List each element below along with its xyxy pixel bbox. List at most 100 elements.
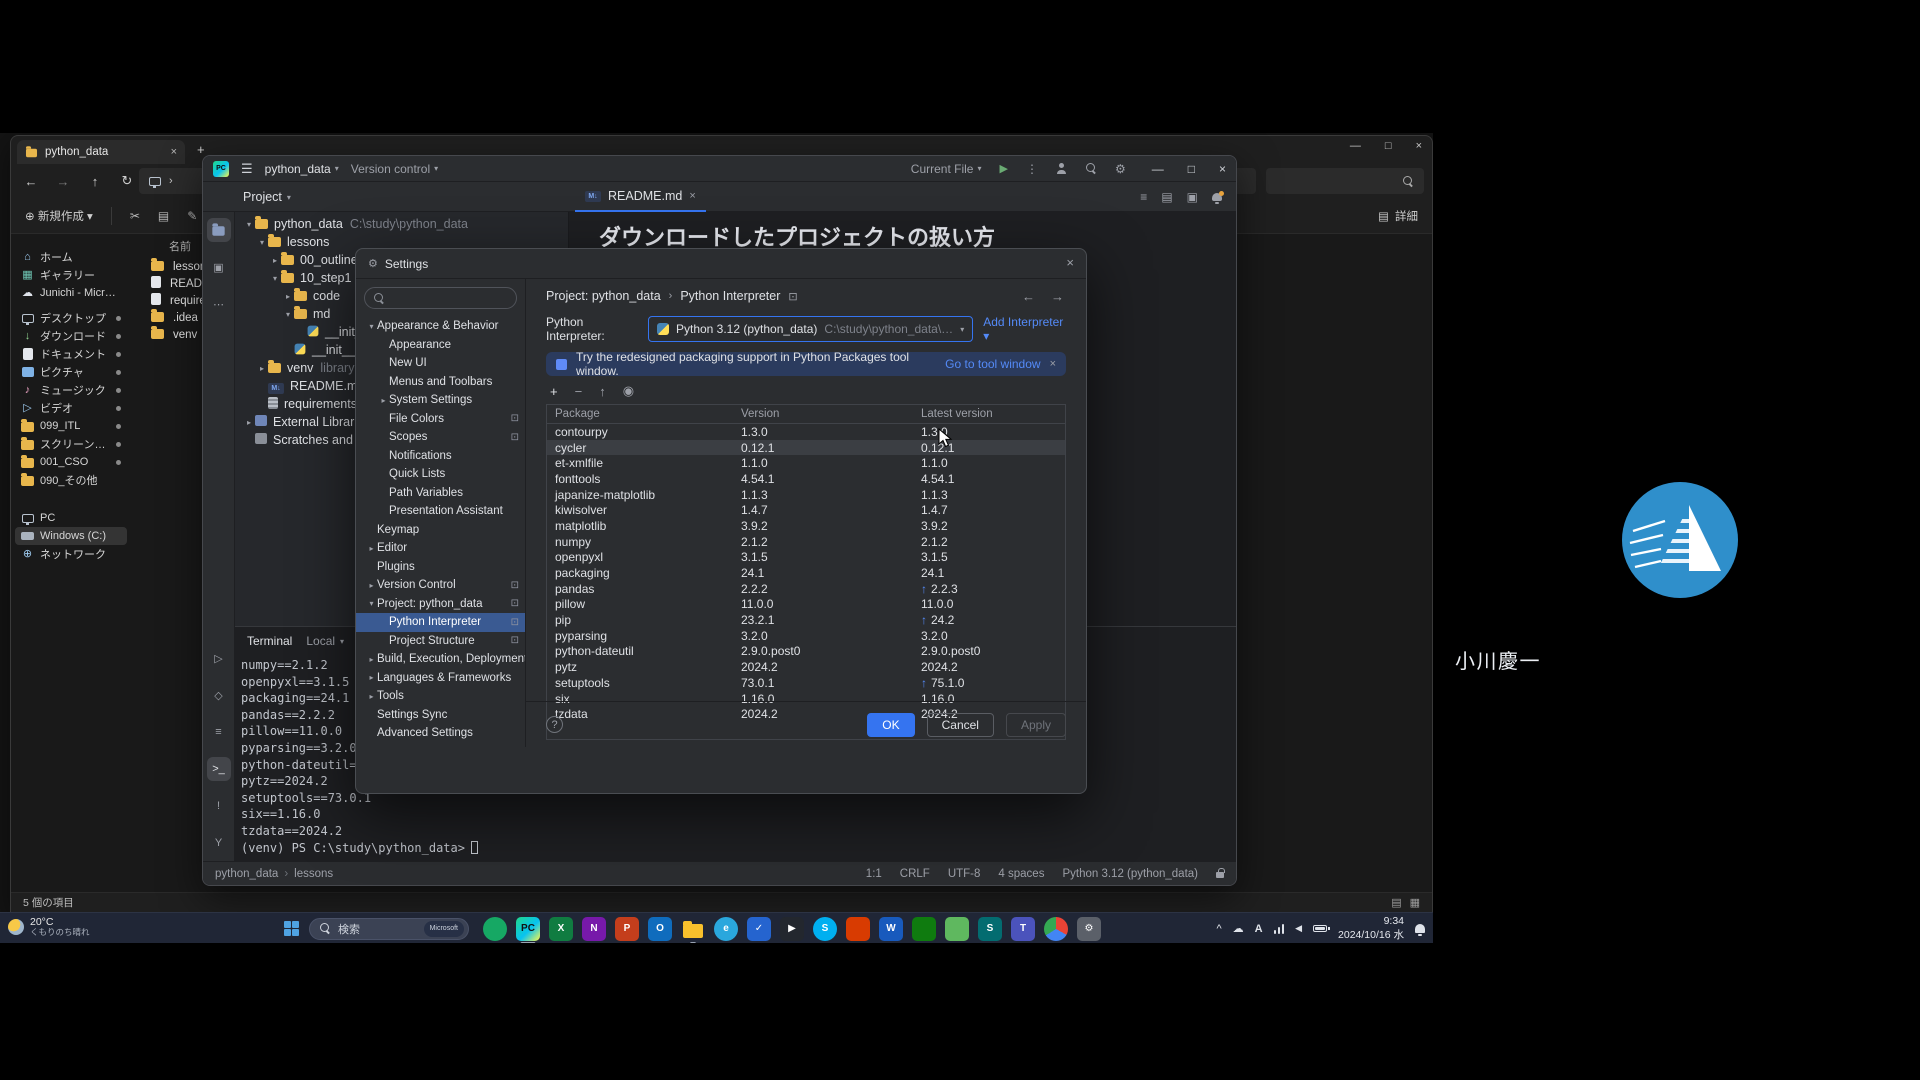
lock-icon[interactable] bbox=[1216, 872, 1224, 878]
chevron-icon[interactable]: ▸ bbox=[366, 544, 377, 553]
settings-item-build-execution-deployment[interactable]: ▸Build, Execution, Deployment bbox=[356, 650, 525, 669]
search-everywhere-icon[interactable] bbox=[1086, 163, 1097, 174]
package-row-python-dateutil[interactable]: python-dateutil2.9.0.post02.9.0.post0 bbox=[547, 644, 1065, 660]
code-with-me-icon[interactable] bbox=[1056, 163, 1068, 174]
settings-item-appearance[interactable]: Appearance bbox=[356, 336, 525, 355]
taskbar-app-sticky-notes[interactable] bbox=[945, 917, 969, 941]
chevron-icon[interactable]: ▸ bbox=[366, 692, 377, 701]
run-icon[interactable]: ▶ bbox=[1000, 162, 1008, 175]
taskbar-app-chat[interactable] bbox=[483, 917, 507, 941]
go-to-tool-window-link[interactable]: Go to tool window bbox=[945, 357, 1040, 371]
taskbar-app-word[interactable]: W bbox=[879, 917, 903, 941]
sidebar-item-13[interactable]: PC bbox=[15, 509, 127, 527]
taskbar-app-skype[interactable]: S bbox=[813, 917, 837, 941]
notifications-bell-icon[interactable] bbox=[1212, 193, 1222, 201]
chevron-icon[interactable]: ▾ bbox=[282, 310, 294, 319]
minimize-icon[interactable]: — bbox=[1152, 162, 1164, 176]
package-row-et-xmlfile[interactable]: et-xmlfile1.1.01.1.0 bbox=[547, 455, 1065, 471]
taskbar-app-sharepoint[interactable]: S bbox=[978, 917, 1002, 941]
package-row-pillow[interactable]: pillow11.0.011.0.0 bbox=[547, 597, 1065, 613]
rename-icon[interactable]: ✎ bbox=[187, 209, 197, 223]
chevron-icon[interactable]: ▸ bbox=[282, 292, 294, 301]
tree-item-python_data[interactable]: ▾python_dataC:\study\python_data bbox=[235, 215, 568, 233]
taskbar-app-powerpoint[interactable]: P bbox=[615, 917, 639, 941]
network-icon[interactable] bbox=[1274, 924, 1285, 934]
back-icon[interactable]: ← bbox=[23, 174, 39, 189]
refresh-icon[interactable]: ↻ bbox=[119, 173, 135, 189]
more-actions-icon[interactable]: ⋮ bbox=[1026, 162, 1038, 176]
settings-item-quick-lists[interactable]: Quick Lists bbox=[356, 465, 525, 484]
settings-item-file-colors[interactable]: File Colors⊡ bbox=[356, 410, 525, 429]
settings-search-field[interactable] bbox=[364, 287, 517, 309]
package-row-matplotlib[interactable]: matplotlib3.9.23.9.2 bbox=[547, 518, 1065, 534]
sidebar-item-2[interactable]: ☁Junichi - Microsoft bbox=[15, 284, 127, 302]
status-path-folder[interactable]: lessons bbox=[294, 868, 333, 880]
settings-item-scopes[interactable]: Scopes⊡ bbox=[356, 428, 525, 447]
settings-item-project-python-data[interactable]: ▾Project: python_data⊡ bbox=[356, 595, 525, 614]
settings-item-languages-frameworks[interactable]: ▸Languages & Frameworks bbox=[356, 669, 525, 688]
minimize-icon[interactable]: — bbox=[1350, 140, 1361, 152]
back-icon[interactable]: ← bbox=[1022, 289, 1035, 304]
chevron-icon[interactable]: ▸ bbox=[366, 655, 377, 664]
chevron-icon[interactable]: ▾ bbox=[269, 274, 281, 283]
package-row-kiwisolver[interactable]: kiwisolver1.4.71.4.7 bbox=[547, 502, 1065, 518]
chevron-icon[interactable]: ▸ bbox=[256, 364, 268, 373]
chevron-icon[interactable]: ▾ bbox=[243, 220, 255, 229]
uninstall-package-icon[interactable]: − bbox=[575, 384, 583, 399]
package-row-pyparsing[interactable]: pyparsing3.2.03.2.0 bbox=[547, 628, 1065, 644]
chevron-icon[interactable]: ▸ bbox=[366, 581, 377, 590]
settings-item-project-structure[interactable]: Project Structure⊡ bbox=[356, 632, 525, 651]
status-item-2[interactable]: UTF-8 bbox=[948, 868, 981, 880]
package-row-pandas[interactable]: pandas2.2.2↑2.2.3 bbox=[547, 581, 1065, 597]
packages-tool-icon[interactable]: ◇ bbox=[207, 683, 231, 707]
status-item-4[interactable]: Python 3.12 (python_data) bbox=[1062, 868, 1198, 880]
settings-item-python-interpreter[interactable]: Python Interpreter⊡ bbox=[356, 613, 525, 632]
onedrive-cloud-icon[interactable]: ☁ bbox=[1233, 922, 1244, 935]
package-row-fonttools[interactable]: fonttools4.54.14.54.1 bbox=[547, 471, 1065, 487]
view-details-button[interactable]: ▤ 詳細 bbox=[1378, 208, 1418, 224]
chevron-icon[interactable]: ▸ bbox=[269, 256, 281, 265]
package-row-packaging[interactable]: packaging24.124.1 bbox=[547, 565, 1065, 581]
settings-item-new-ui[interactable]: New UI bbox=[356, 354, 525, 373]
structure-view-icon[interactable]: ≡ bbox=[1140, 190, 1147, 204]
sidebar-item-3[interactable]: デスクトップ bbox=[15, 309, 127, 327]
more-tool-icon[interactable]: ⋯ bbox=[207, 292, 231, 316]
interpreter-dropdown[interactable]: Python 3.12 (python_data) C:\study\pytho… bbox=[648, 316, 973, 342]
main-menu-icon[interactable]: ☰ bbox=[241, 161, 253, 177]
taskbar-search[interactable]: 検索 Microsoft bbox=[309, 918, 469, 940]
status-item-3[interactable]: 4 spaces bbox=[998, 868, 1044, 880]
ok-button[interactable]: OK bbox=[867, 713, 914, 737]
package-row-pip[interactable]: pip23.2.1↑24.2 bbox=[547, 612, 1065, 628]
copy-icon[interactable]: ▤ bbox=[158, 209, 169, 223]
sidebar-item-10[interactable]: スクリーンショット bbox=[15, 435, 127, 453]
close-tab-icon[interactable]: × bbox=[171, 146, 177, 158]
taskbar-app-onenote[interactable]: N bbox=[582, 917, 606, 941]
settings-item-advanced-settings[interactable]: Advanced Settings bbox=[356, 724, 525, 743]
terminal-tool-icon[interactable]: >_ bbox=[207, 757, 231, 781]
start-button[interactable] bbox=[284, 921, 299, 936]
taskbar-app-media-player[interactable]: ▶ bbox=[780, 917, 804, 941]
project-panel-header[interactable]: Project ▾ bbox=[243, 182, 291, 212]
sidebar-item-8[interactable]: ▷ビデオ bbox=[15, 399, 127, 417]
package-row-contourpy[interactable]: contourpy1.3.01.3.0 bbox=[547, 424, 1065, 440]
structure-tool-icon[interactable]: ▣ bbox=[207, 255, 231, 279]
taskbar-app-browser[interactable] bbox=[1044, 917, 1068, 941]
upgrade-package-icon[interactable]: ↑ bbox=[599, 384, 606, 399]
sidebar-item-12[interactable]: 090_その他 bbox=[15, 471, 127, 489]
package-row-pytz[interactable]: pytz2024.22024.2 bbox=[547, 659, 1065, 675]
dismiss-banner-icon[interactable]: × bbox=[1050, 358, 1056, 370]
weather-widget[interactable]: 20°C くもりのち晴れ bbox=[8, 916, 90, 938]
package-row-cycler[interactable]: cycler0.12.10.12.1 bbox=[547, 440, 1065, 456]
sidebar-item-7[interactable]: ♪ミュージック bbox=[15, 381, 127, 399]
show-early-releases-icon[interactable]: ◉ bbox=[623, 383, 634, 399]
sidebar-item-4[interactable]: ↓ダウンロード bbox=[15, 327, 127, 345]
large-view-icon[interactable]: ▦ bbox=[1410, 896, 1420, 909]
battery-icon[interactable] bbox=[1313, 925, 1327, 932]
explorer-search-field[interactable] bbox=[1266, 168, 1424, 194]
project-widget[interactable]: python_data▾ bbox=[265, 162, 339, 176]
maximize-icon[interactable]: □ bbox=[1385, 140, 1392, 152]
taskbar-app-office[interactable] bbox=[846, 917, 870, 941]
new-item-button[interactable]: ⊕ 新規作成 ▾ bbox=[25, 208, 93, 224]
taskbar-app-teams[interactable]: T bbox=[1011, 917, 1035, 941]
settings-item-notifications[interactable]: Notifications bbox=[356, 447, 525, 466]
